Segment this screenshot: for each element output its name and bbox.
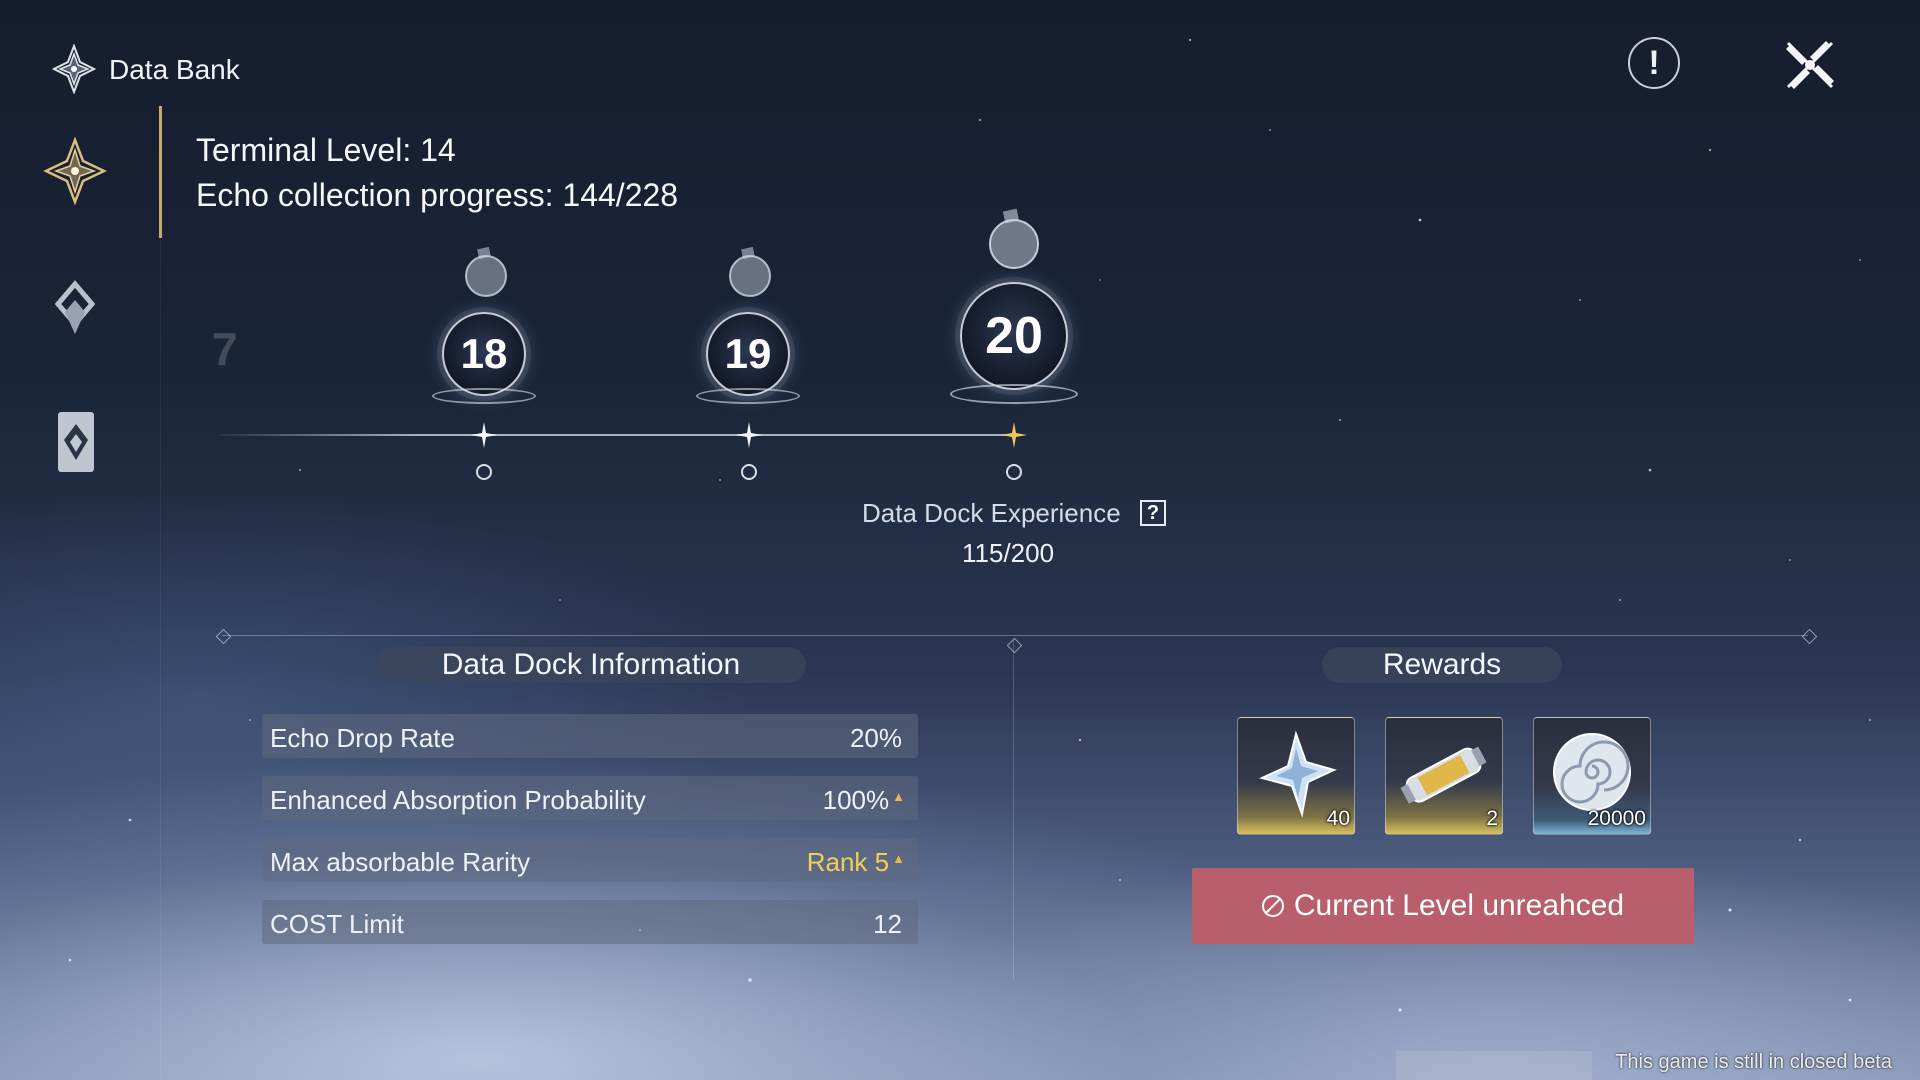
echo-collection-progress-text: Echo collection progress: 144/228 (196, 177, 679, 213)
level-selector-dot[interactable] (741, 464, 757, 480)
reward-quantity: 40 (1326, 807, 1350, 830)
level-number: 18 (442, 312, 526, 396)
terminal-level-text: Terminal Level: 14 (196, 132, 456, 168)
info-row-absorption-probability: Enhanced Absorption Probability 100% (262, 776, 918, 820)
row-label: Echo Drop Rate (270, 723, 455, 753)
reward-item[interactable]: 40 (1237, 717, 1355, 835)
divider-ornament (215, 628, 232, 645)
reward-item[interactable]: 2 (1385, 717, 1503, 835)
section-divider (222, 635, 1808, 636)
page-title: Data Bank (109, 54, 240, 85)
level-selector-dot[interactable] (1006, 464, 1022, 480)
current-progress-star-icon (1001, 422, 1027, 448)
row-label: Max absorbable Rarity (270, 847, 531, 877)
row-value: 100% (823, 785, 902, 816)
row-label: COST Limit (270, 909, 404, 939)
data-bank-emblem-icon (52, 44, 96, 94)
info-row-cost-limit: COST Limit 12 (262, 900, 918, 944)
node-pedestal (432, 388, 536, 404)
level-number: 20 (960, 282, 1068, 390)
level-selector-dot[interactable] (476, 464, 492, 480)
beta-notice: This game is still in closed beta (1615, 1051, 1892, 1073)
blocked-icon (1261, 895, 1284, 917)
echo-card-icon[interactable] (40, 408, 110, 478)
experience-label: Data Dock Experience (862, 498, 1121, 528)
orb-vessel-icon (465, 246, 507, 297)
reward-item[interactable]: 20000 (1533, 717, 1651, 835)
orb-vessel-icon (989, 208, 1039, 269)
column-divider (1013, 640, 1014, 980)
level-number: 19 (706, 312, 790, 396)
uid-placeholder (1396, 1051, 1592, 1080)
progress-star-icon (471, 422, 497, 448)
row-value: Rank 5 (807, 847, 902, 878)
sidebar-divider (160, 240, 161, 1080)
status-button-label: Current Level unreahced (1293, 889, 1625, 922)
experience-value: 115/200 (962, 538, 1055, 568)
data-dock-emblem-icon[interactable] (40, 136, 110, 206)
help-button[interactable]: ? (1140, 500, 1166, 526)
info-row-echo-drop-rate: Echo Drop Rate 20% (262, 714, 918, 758)
close-x-icon[interactable] (1782, 37, 1838, 93)
info-row-max-rarity: Max absorbable Rarity Rank 5 (262, 838, 918, 882)
level-node-20[interactable]: 20 (944, 204, 1084, 424)
rewards-title: Rewards (1322, 647, 1562, 683)
energy-core-icon (1400, 746, 1487, 804)
node-pedestal (950, 384, 1078, 404)
orb-vessel-icon (729, 246, 771, 297)
echo-diamond-icon[interactable] (40, 274, 110, 344)
sidebar-active-indicator (159, 106, 162, 238)
divider-ornament (1801, 628, 1818, 645)
info-alert-button[interactable]: ! (1628, 37, 1680, 89)
row-label: Enhanced Absorption Probability (270, 785, 646, 815)
level-status-button[interactable]: Current Level unreahced (1192, 868, 1694, 944)
node-pedestal (696, 388, 800, 404)
progress-star-icon (736, 422, 762, 448)
row-value: 20% (849, 723, 902, 753)
level-node-19[interactable]: 19 (688, 240, 808, 440)
reward-quantity: 2 (1486, 807, 1498, 830)
level-node-previous: 7 (212, 323, 238, 375)
reward-quantity: 20000 (1587, 807, 1646, 830)
row-value: 12 (873, 909, 902, 939)
dock-info-title: Data Dock Information (376, 647, 806, 683)
divider-ornament (1006, 637, 1023, 654)
level-track-line (220, 434, 1020, 436)
level-node-18[interactable]: 18 (424, 240, 544, 440)
